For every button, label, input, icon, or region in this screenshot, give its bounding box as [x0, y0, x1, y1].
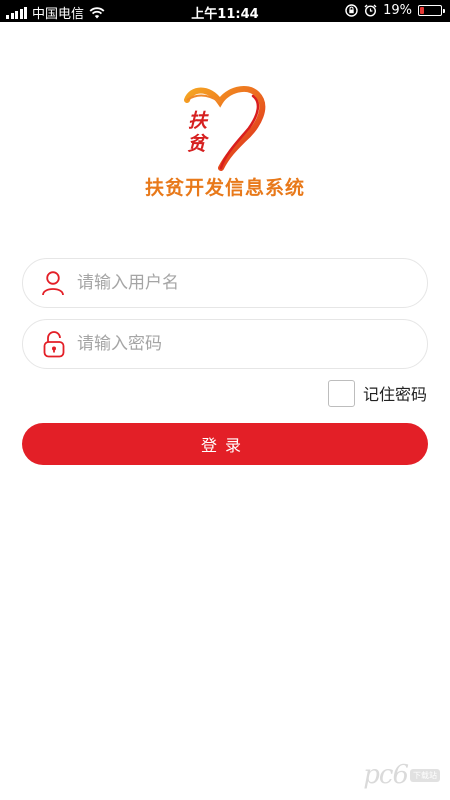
- battery-percent: 19%: [383, 3, 412, 18]
- watermark-text: pc6: [363, 760, 409, 790]
- watermark: pc6 下载站: [363, 760, 440, 790]
- logo-char-pin: 贫: [187, 133, 207, 155]
- username-field[interactable]: [22, 258, 428, 308]
- status-right: 19%: [345, 3, 445, 18]
- alarm-icon: [364, 4, 377, 17]
- password-input[interactable]: [65, 321, 427, 367]
- user-icon: [23, 258, 65, 308]
- status-bar: 中国电信 上午11:44 19%: [0, 0, 450, 22]
- remember-password[interactable]: 记住密码: [327, 378, 427, 408]
- watermark-badge: 下载站: [410, 768, 440, 782]
- remember-checkbox[interactable]: [327, 379, 355, 407]
- app-title: 扶贫开发信息系统: [144, 177, 305, 199]
- logo-char-fu: 扶: [188, 110, 208, 132]
- lock-icon: [23, 319, 65, 369]
- battery-level: [420, 7, 424, 14]
- app-logo: 扶 贫: [175, 82, 275, 174]
- remember-label: 记住密码: [362, 385, 427, 404]
- username-input[interactable]: [65, 260, 427, 306]
- orientation-lock-icon: [345, 4, 358, 17]
- battery-icon: [418, 5, 445, 16]
- password-field[interactable]: [22, 319, 428, 369]
- login-button[interactable]: 登录: [22, 423, 428, 465]
